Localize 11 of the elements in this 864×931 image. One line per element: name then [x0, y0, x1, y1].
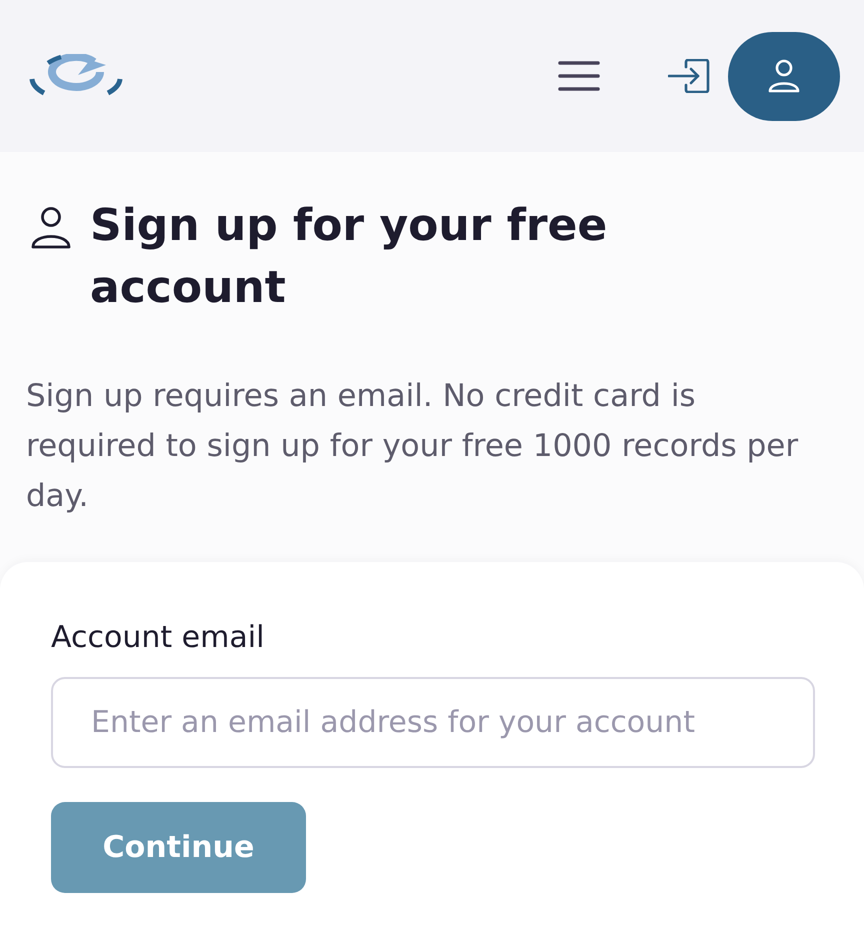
- user-icon: [767, 59, 801, 93]
- sign-in-button[interactable]: [668, 59, 710, 93]
- field-label: Account email: [51, 619, 264, 657]
- description-text: Sign up requires an email. No credit card is required to sign up for your free 1000 records per day.: [26, 377, 800, 516]
- page-title: Sign up for your free account: [90, 199, 608, 315]
- logo-icon: [28, 54, 124, 98]
- sign-in-icon: [668, 59, 710, 93]
- user-icon: [30, 207, 72, 249]
- menu-icon: [558, 61, 600, 91]
- menu-button[interactable]: [558, 61, 600, 91]
- email-input-field[interactable]: Enter an email address for your account: [51, 677, 815, 768]
